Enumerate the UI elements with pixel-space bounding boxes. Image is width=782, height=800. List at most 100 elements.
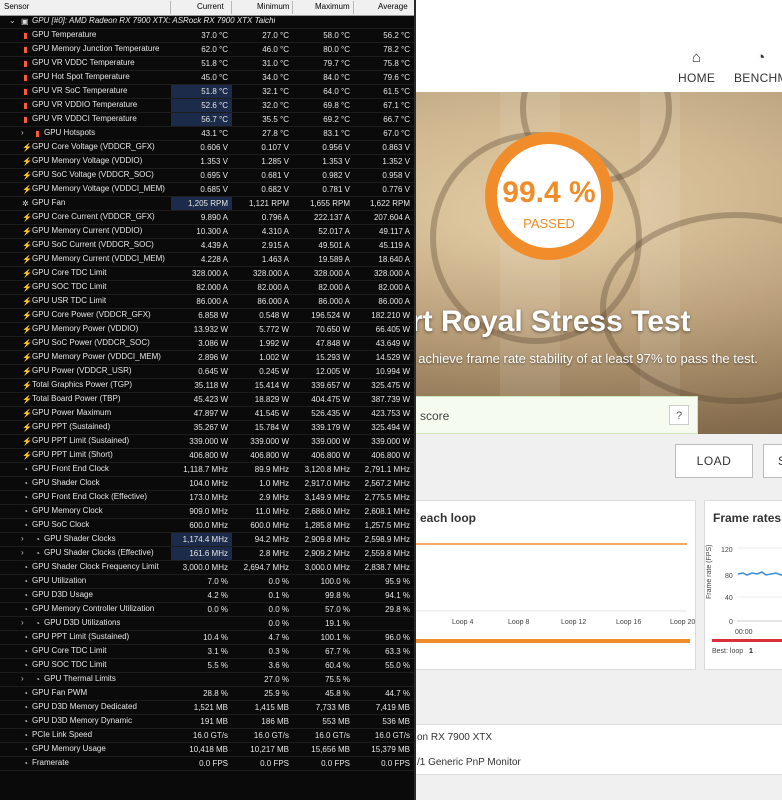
sensor-row[interactable]: ◔ GPU Shader Clock 104.0 MHz 1.0 MHz 2,917.0… xyxy=(0,477,414,491)
column-divider[interactable] xyxy=(292,1,293,14)
sensor-row[interactable]: ⚡ GPU Memory Voltage (VDDIO) 1.353 V 1.285 … xyxy=(0,155,414,169)
expand-chevron-icon[interactable]: › xyxy=(21,548,24,557)
sensor-row[interactable]: ◔ Framerate 0.0 FPS 0.0 FPS 0.0 FPS 0.0 FPS xyxy=(0,757,414,771)
sensor-row[interactable]: ◔ PCIe Link Speed 16.0 GT/s 16.0 GT/s 16.0 G… xyxy=(0,729,414,743)
column-header-current[interactable]: Current xyxy=(197,2,224,11)
sensor-minimum-value: 1,415 MB xyxy=(254,703,289,712)
sensor-group-row[interactable]: ⌄ ▣ GPU [#0]: AMD Radeon RX 7900 XTX: AS… xyxy=(0,15,414,29)
sensor-average-value xyxy=(354,617,414,630)
sensor-maximum-value: 2,917.0 MHz xyxy=(304,479,350,488)
sensor-row[interactable]: ⚡ GPU Memory Power (VDDCI_MEM) 2.896 W 1.00… xyxy=(0,351,414,365)
sensor-row[interactable]: ⚡ GPU Memory Power (VDDIO) 13.932 W 5.772 W… xyxy=(0,323,414,337)
sensor-name: GPU SOC TDC Limit xyxy=(32,282,107,291)
sensor-row[interactable]: ⚡ GPU PPT Limit (Sustained) 339.000 W 339.0… xyxy=(0,435,414,449)
sensor-average-value: 0.776 V xyxy=(382,185,410,194)
sensor-row[interactable]: ⚡ GPU Power Maximum 47.897 W 41.545 W 526.43… xyxy=(0,407,414,421)
sensor-row[interactable]: ▮ GPU VR VDDCI Temperature 56.7 °C 35.5 °C 6… xyxy=(0,113,414,127)
sensor-row[interactable]: › ◔ GPU Shader Clocks (Effective) 161.6 MHz… xyxy=(0,547,414,561)
sensor-maximum-value: 69.8 °C xyxy=(323,101,350,110)
sensor-average-value: 0.0 FPS xyxy=(381,759,410,768)
sensor-row[interactable]: ▮ GPU VR VDDC Temperature 51.8 °C 31.0 °C 79… xyxy=(0,57,414,71)
sensor-row[interactable]: ⚡ GPU Power (VDDCR_USR) 0.645 W 0.245 W 12.0… xyxy=(0,365,414,379)
sensor-row[interactable]: ◔ GPU Memory Clock 909.0 MHz 11.0 MHz 2,686.… xyxy=(0,505,414,519)
sensor-row[interactable]: ⚡ GPU Core Power (VDDCR_GFX) 6.858 W 0.548 … xyxy=(0,309,414,323)
load-button[interactable]: LOAD xyxy=(675,444,753,478)
lightning-icon: ⚡ xyxy=(22,395,32,404)
sensor-row[interactable]: ◔ GPU D3D Memory Dynamic 191 MB 186 MB 553 M… xyxy=(0,715,414,729)
sensor-maximum-value: 45.8 % xyxy=(325,689,350,698)
sensor-row[interactable]: ⚡ GPU Core Voltage (VDDCR_GFX) 0.606 V 0.10… xyxy=(0,141,414,155)
sensor-row[interactable]: ◔ GPU Shader Clock Frequency Limit 3,000.0… xyxy=(0,561,414,575)
sensor-row[interactable]: ▮ GPU VR SoC Temperature 51.8 °C 32.1 °C 64.… xyxy=(0,85,414,99)
sensor-name: GPU Front End Clock (Effective) xyxy=(32,492,147,501)
sensor-row[interactable]: › ◔ GPU Shader Clocks 1,174.4 MHz 94.2 MHz 2,… xyxy=(0,533,414,547)
fps-chart-panel: Frame rates f Frame rate (FPS) 120 80 40… xyxy=(704,500,782,670)
sensor-row[interactable]: ◔ GPU SoC Clock 600.0 MHz 600.0 MHz 1,285.8 … xyxy=(0,519,414,533)
sensor-row[interactable]: ◔ GPU Front End Clock (Effective) 173.0 MH… xyxy=(0,491,414,505)
sensor-row[interactable]: ⚡ GPU PPT Limit (Short) 406.800 W 406.800 W… xyxy=(0,449,414,463)
column-header-sensor[interactable]: Sensor xyxy=(4,2,29,11)
gauge-icon: ◔ xyxy=(23,703,28,712)
sensor-minimum-value: 4.7 % xyxy=(268,633,289,642)
collapse-chevron-icon[interactable]: ⌄ xyxy=(9,16,16,25)
column-divider[interactable] xyxy=(170,1,171,14)
sensor-row[interactable]: ⚡ GPU Core Current (VDDCR_GFX) 9.890 A 0.79… xyxy=(0,211,414,225)
sensor-row[interactable]: ⚡ GPU Memory Voltage (VDDCI_MEM) 0.685 V 0.… xyxy=(0,183,414,197)
sensor-row[interactable]: ⚡ GPU Core TDC Limit 328.000 A 328.000 A 328… xyxy=(0,267,414,281)
sensor-row[interactable]: ⚡ GPU SoC Current (VDDCR_SOC) 4.439 A 2.915… xyxy=(0,239,414,253)
sensor-row[interactable]: ◔ GPU D3D Memory Dedicated 1,521 MB 1,415 M… xyxy=(0,701,414,715)
sensor-row[interactable]: ◔ GPU Memory Usage 10,418 MB 10,217 MB 15,65… xyxy=(0,743,414,757)
column-divider[interactable] xyxy=(231,1,232,14)
column-header-maximum[interactable]: Maximum xyxy=(315,2,350,11)
sensor-row[interactable]: ⚡ GPU Memory Current (VDDCI_MEM) 4.228 A 1.… xyxy=(0,253,414,267)
help-button[interactable]: ? xyxy=(669,405,689,425)
sensor-row[interactable]: ✲ GPU Fan 1,205 RPM 1,121 RPM 1,655 RPM 1,622… xyxy=(0,197,414,211)
expand-chevron-icon[interactable]: › xyxy=(21,128,24,137)
expand-chevron-icon[interactable]: › xyxy=(21,618,24,627)
sensor-row[interactable]: ▮ GPU Temperature 37.0 °C 27.0 °C 58.0 °C 56.… xyxy=(0,29,414,43)
sensor-current-value: 909.0 MHz xyxy=(189,507,228,516)
sensor-current-value: 1,521 MB xyxy=(193,703,228,712)
sensor-row[interactable]: › ◔ GPU Thermal Limits 27.0 % 75.5 % xyxy=(0,673,414,687)
sensor-row[interactable]: ◔ GPU Utilization 7.0 % 0.0 % 100.0 % 95.9 % xyxy=(0,575,414,589)
sensor-row[interactable]: ⚡ Total Board Power (TBP) 45.423 W 18.829 W… xyxy=(0,393,414,407)
sensor-row[interactable]: ▮ GPU VR VDDIO Temperature 52.6 °C 32.0 °C 6… xyxy=(0,99,414,113)
sensor-row[interactable]: ◔ GPU Memory Controller Utilization 0.0 % 0… xyxy=(0,603,414,617)
sensor-current-value: 0.0 % xyxy=(207,605,228,614)
nav-benchmarks-button[interactable]: ◔ BENCHM xyxy=(734,50,782,86)
sensor-row[interactable]: ◔ GPU Core TDC Limit 3.1 % 0.3 % 67.7 % 63.3 … xyxy=(0,645,414,659)
sensor-average-value: 18.640 A xyxy=(378,255,410,264)
nav-home-button[interactable]: ⌂ HOME xyxy=(678,50,715,86)
expand-chevron-icon[interactable]: › xyxy=(21,534,24,543)
sensor-average-value: 2,567.2 MHz xyxy=(364,479,410,488)
sensor-row[interactable]: ◔ GPU Fan PWM 28.8 % 25.9 % 45.8 % 44.7 % xyxy=(0,687,414,701)
lightning-icon: ⚡ xyxy=(22,367,32,376)
sensor-row[interactable]: ⚡ Total Graphics Power (TGP) 35.118 W 15.41… xyxy=(0,379,414,393)
save-button[interactable]: S xyxy=(763,444,782,478)
sensor-row[interactable]: ◔ GPU D3D Usage 4.2 % 0.1 % 99.8 % 94.1 % xyxy=(0,589,414,603)
column-divider[interactable] xyxy=(353,1,354,14)
gauge-icon: ◔ xyxy=(23,591,28,600)
sensor-row[interactable]: › ▮ GPU Hotspots 43.1 °C 27.8 °C 83.1 °C 67.0 … xyxy=(0,127,414,141)
sensor-row[interactable]: › ◔ GPU D3D Utilizations 0.0 % 19.1 % xyxy=(0,617,414,631)
sensor-row[interactable]: ⚡ GPU Memory Current (VDDIO) 10.300 A 4.310… xyxy=(0,225,414,239)
sensor-row[interactable]: ◔ GPU SOC TDC Limit 5.5 % 3.6 % 60.4 % 55.0 % xyxy=(0,659,414,673)
sensor-row[interactable]: ⚡ GPU SOC TDC Limit 82.000 A 82.000 A 82.000… xyxy=(0,281,414,295)
sensor-minimum-value: 16.0 GT/s xyxy=(253,731,289,740)
test-subtitle: t achieve frame rate stability of at lea… xyxy=(411,351,758,366)
sensor-row[interactable]: ⚡ GPU SoC Voltage (VDDCR_SOC) 0.695 V 0.681… xyxy=(0,169,414,183)
column-header-average[interactable]: Average xyxy=(378,2,408,11)
sensor-row[interactable]: ◔ GPU Front End Clock 1,118.7 MHz 89.9 MHz 3… xyxy=(0,463,414,477)
lightning-icon: ⚡ xyxy=(22,143,32,152)
score-box-label: score xyxy=(420,409,450,423)
sensor-row[interactable]: ▮ GPU Hot Spot Temperature 45.0 °C 34.0 °C 8… xyxy=(0,71,414,85)
sensor-row[interactable]: ⚡ GPU PPT (Sustained) 35.267 W 15.784 W 339.… xyxy=(0,421,414,435)
gauge-icon: ◔ xyxy=(35,619,40,628)
sensor-row[interactable]: ⚡ GPU USR TDC Limit 86.000 A 86.000 A 86.000… xyxy=(0,295,414,309)
sensor-row[interactable]: ▮ GPU Memory Junction Temperature 62.0 °C 4… xyxy=(0,43,414,57)
sensor-row[interactable]: ⚡ GPU SoC Power (VDDCR_SOC) 3.086 W 1.992 W… xyxy=(0,337,414,351)
column-header-minimum[interactable]: Minimum xyxy=(257,2,289,11)
expand-chevron-icon[interactable]: › xyxy=(21,674,24,683)
sensor-maximum-value: 60.4 % xyxy=(325,661,350,670)
sensor-row[interactable]: ◔ GPU PPT Limit (Sustained) 10.4 % 4.7 % 100… xyxy=(0,631,414,645)
